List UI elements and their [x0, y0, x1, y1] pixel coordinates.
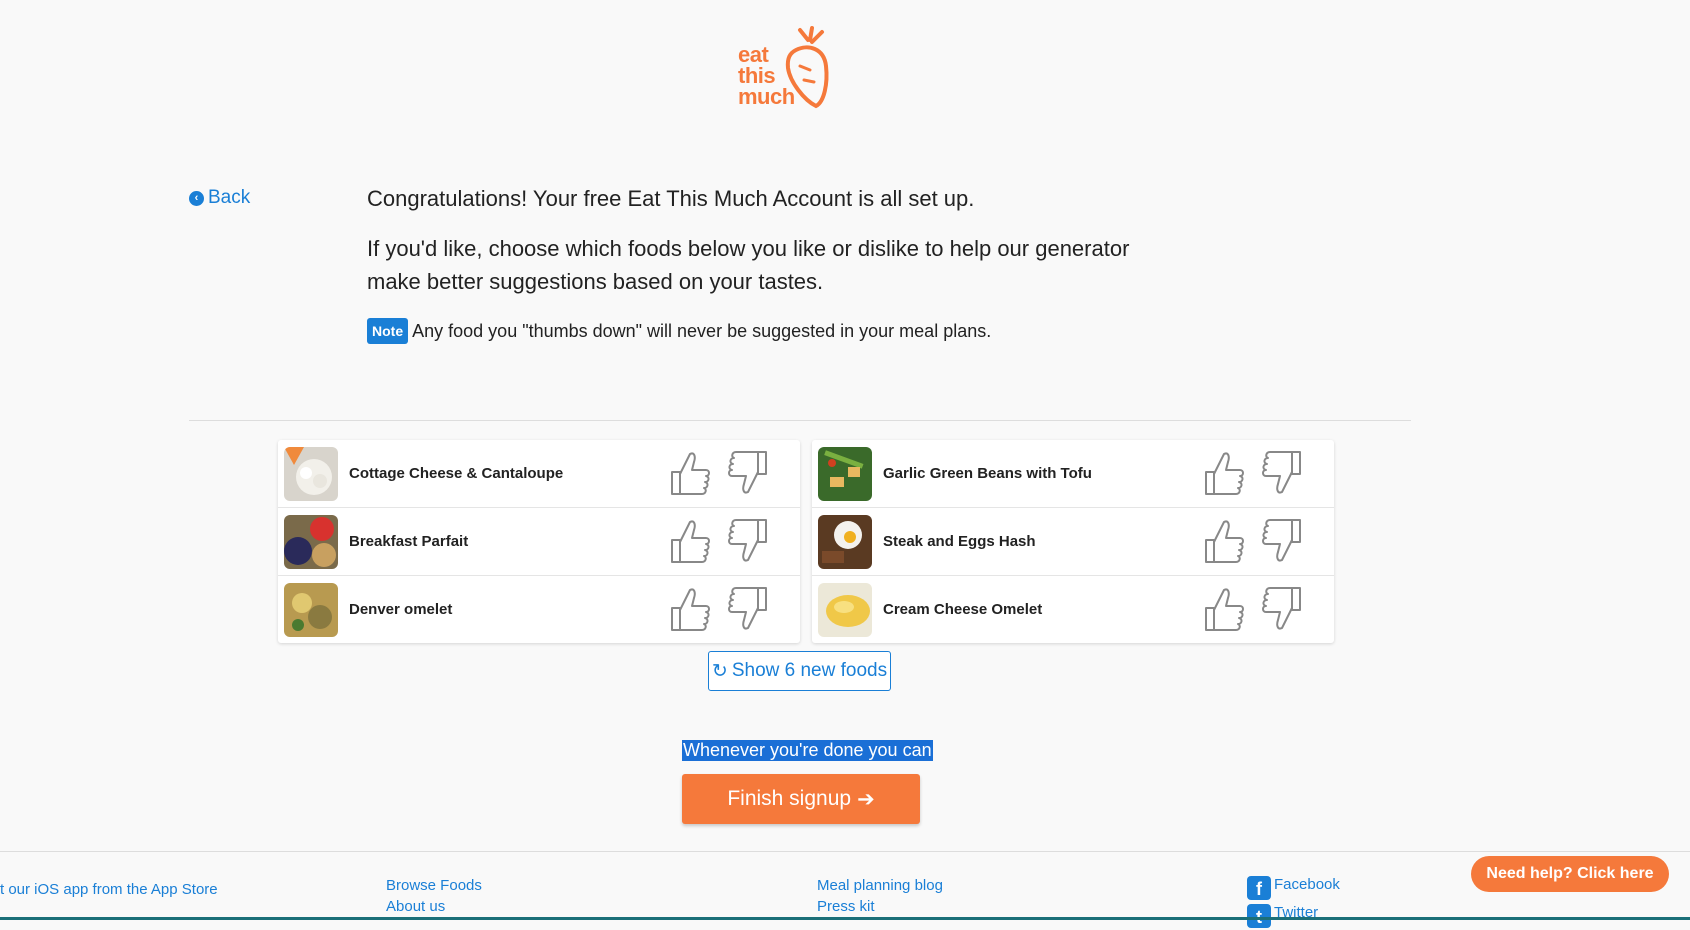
browse-foods-link[interactable]: Browse Foods: [386, 877, 482, 894]
carrot-icon: [785, 26, 829, 109]
thumbs-up-icon[interactable]: [1202, 516, 1246, 566]
back-label: Back: [208, 187, 251, 208]
thumbs-up-icon[interactable]: [668, 448, 712, 498]
note-text: Any food you "thumbs down" will never be…: [412, 321, 992, 341]
finish-signup-button[interactable]: Finish signup ➔: [682, 774, 920, 824]
eat-this-much-logo[interactable]: eat this much: [738, 26, 848, 116]
facebook-icon: f: [1247, 876, 1271, 900]
about-us-link[interactable]: About us: [386, 898, 445, 915]
cottage-cheese-thumb: [284, 446, 338, 501]
app-store-link[interactable]: t our iOS app from the App Store: [0, 881, 218, 898]
refresh-icon: ↻: [711, 660, 728, 682]
facebook-label: Facebook: [1274, 876, 1340, 893]
food-list-right: Garlic Green Beans with Tofu Steak and E…: [812, 440, 1334, 643]
food-name: Denver omelet: [349, 601, 453, 618]
food-name: Steak and Eggs Hash: [883, 533, 1036, 550]
food-row: Steak and Eggs Hash: [812, 508, 1334, 576]
press-kit-link[interactable]: Press kit: [817, 898, 875, 915]
finish-signup-label: Finish signup: [727, 787, 852, 810]
food-name: Breakfast Parfait: [349, 533, 469, 550]
show-new-foods-button[interactable]: ↻ Show 6 new foods: [708, 651, 891, 691]
done-message: Whenever you're done you can: [682, 740, 933, 761]
thumbs-down-icon[interactable]: [1260, 584, 1304, 634]
food-row: Cottage Cheese & Cantaloupe: [278, 440, 800, 508]
instructions-message: If you'd like, choose which foods below …: [367, 236, 1130, 294]
food-row: Garlic Green Beans with Tofu: [812, 440, 1334, 508]
arrow-right-icon: ➔: [857, 787, 875, 811]
green-beans-thumb: [818, 446, 872, 501]
food-list-left: Cottage Cheese & Cantaloupe Breakfast Pa…: [278, 440, 800, 643]
food-name: Cream Cheese Omelet: [883, 601, 1043, 618]
steak-eggs-thumb: [818, 514, 872, 569]
arrow-left-circle-icon: ‹: [189, 190, 204, 206]
parfait-thumb: [284, 514, 338, 569]
thumbs-up-icon[interactable]: [668, 584, 712, 634]
facebook-link[interactable]: f Facebook: [1247, 876, 1340, 900]
back-link[interactable]: ‹ Back: [189, 187, 250, 209]
cream-omelet-thumb: [818, 582, 872, 637]
food-row: Denver omelet: [278, 576, 800, 643]
food-row: Breakfast Parfait: [278, 508, 800, 576]
show-new-foods-label: Show 6 new foods: [731, 660, 888, 681]
twitter-link[interactable]: tTwitter: [1247, 904, 1318, 928]
food-name: Cottage Cheese & Cantaloupe: [349, 465, 564, 482]
footer-divider: [0, 851, 1690, 852]
congrats-message: Congratulations! Your free Eat This Much…: [367, 186, 975, 211]
section-divider: [189, 420, 1411, 421]
omelet-thumb: [284, 582, 338, 637]
food-name: Garlic Green Beans with Tofu: [883, 465, 1092, 482]
thumbs-down-icon[interactable]: [726, 516, 770, 566]
thumbs-up-icon[interactable]: [668, 516, 712, 566]
twitter-icon: t: [1247, 904, 1271, 928]
need-help-label: Need help? Click here: [1486, 865, 1654, 882]
need-help-button[interactable]: Need help? Click here: [1471, 856, 1669, 892]
food-row: Cream Cheese Omelet: [812, 576, 1334, 643]
thumbs-down-icon[interactable]: [726, 584, 770, 634]
note-line: Note Any food you "thumbs down" will neve…: [367, 318, 991, 344]
note-badge: Note: [367, 318, 409, 344]
thumbs-up-icon[interactable]: [1202, 584, 1246, 634]
thumbs-down-icon[interactable]: [726, 448, 770, 498]
thumbs-down-icon[interactable]: [1260, 516, 1304, 566]
thumbs-up-icon[interactable]: [1202, 448, 1246, 498]
blog-link[interactable]: Meal planning blog: [817, 877, 943, 894]
thumbs-down-icon[interactable]: [1260, 448, 1304, 498]
